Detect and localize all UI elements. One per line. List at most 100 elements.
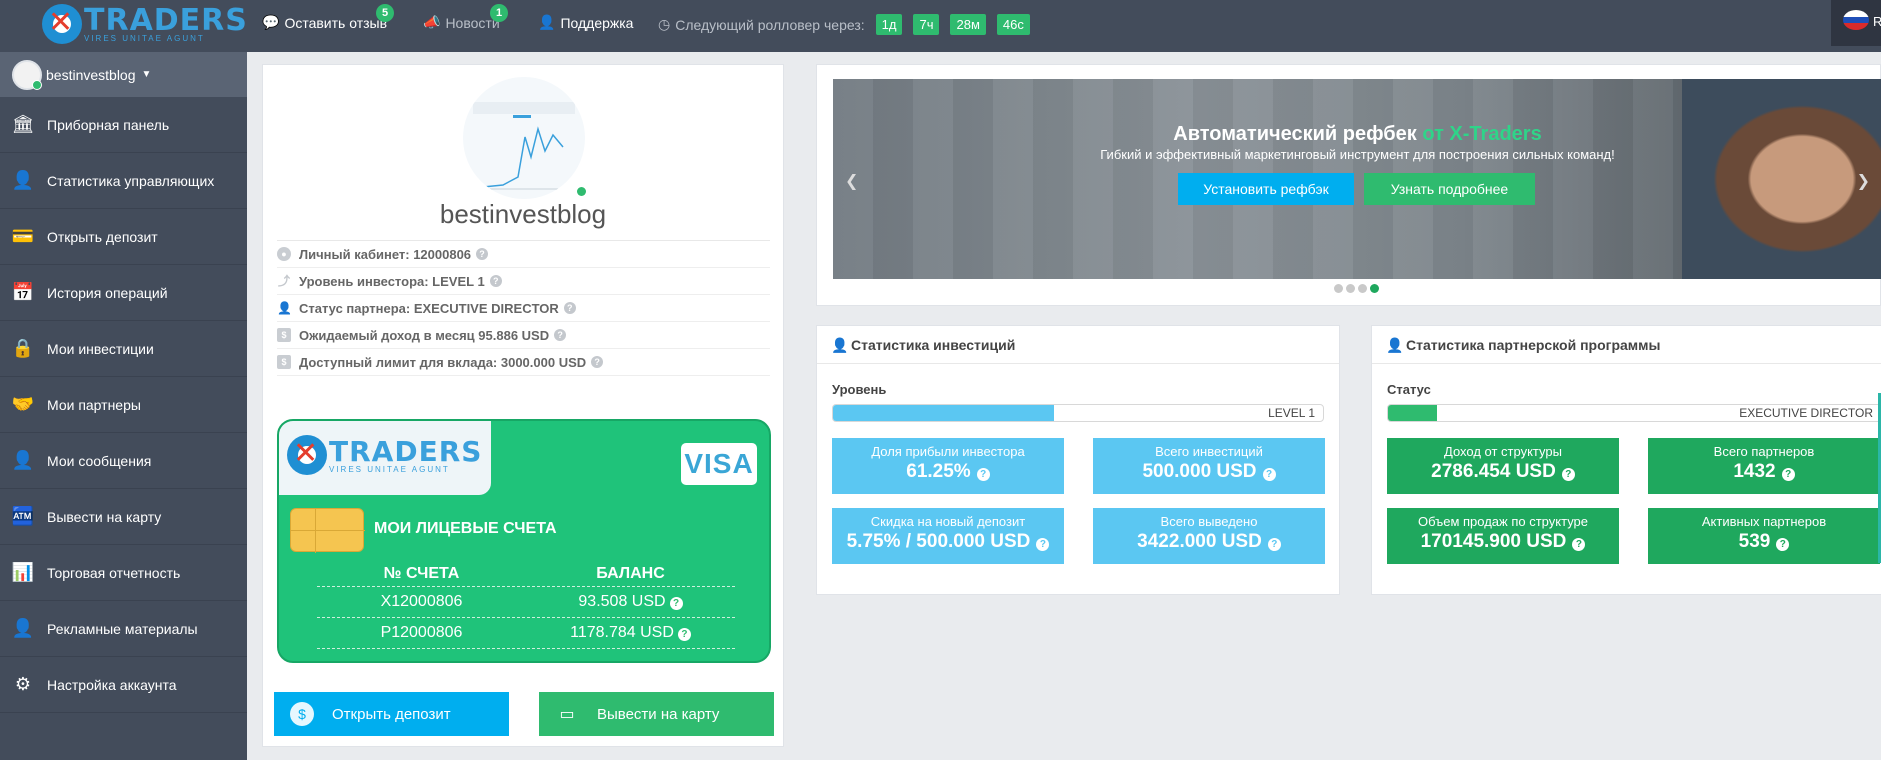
total-investments-tile: Всего инвестиций 500.000 USD? <box>1093 438 1325 494</box>
learn-more-button[interactable]: Узнать подробнее <box>1364 173 1535 205</box>
account-balance: 1178.784 USD? <box>526 624 735 642</box>
account-number: X12000806 <box>380 593 463 610</box>
partner-stats-card: 👤 Статистика партнерской программы Стату… <box>1371 325 1881 595</box>
user-menu[interactable]: bestinvestblog ▼ <box>0 52 247 97</box>
profile-card: bestinvestblog ● Личный кабинет: 1200080… <box>262 64 784 747</box>
promo-banner-card: Автоматический рефбек от X-Traders Гибки… <box>816 64 1881 306</box>
sidebar-item[interactable]: 🤝 Мои партнеры <box>0 377 247 433</box>
safe-icon: 🔒 <box>11 338 35 358</box>
investment-stats-card: 👤 Статистика инвестиций Уровень LEVEL 1 … <box>816 325 1340 595</box>
status-label: Статус <box>1387 382 1431 397</box>
help-icon[interactable]: ? <box>476 248 489 260</box>
user-message-icon: 👤 <box>11 450 35 470</box>
gear-logo-icon: ✕ <box>42 4 82 44</box>
carousel-dot[interactable] <box>1346 284 1355 293</box>
user-circle-icon: ● <box>277 247 291 261</box>
info-row-deposit-limit: $ Доступный лимит для вклада: 3000.000 U… <box>277 349 770 376</box>
accounts-table: № СЧЕТА БАЛАНС X12000806 93.508 USD? P12… <box>317 561 735 649</box>
structure-sales-volume-tile: Объем продаж по структуре 170145.900 USD… <box>1387 508 1619 564</box>
help-icon[interactable]: ? <box>563 302 576 314</box>
tile-label: Всего инвестиций <box>1155 444 1263 459</box>
feedback-label: Оставить отзыв <box>284 14 388 31</box>
tile-value: 61.25% <box>906 461 971 482</box>
manager-stats-icon: 👤 <box>11 170 35 190</box>
logo-area[interactable]: ✕ TRADERS VIRES UNITAE AGUNT <box>0 0 247 52</box>
settings-user-icon: ⚙ <box>14 674 32 694</box>
sidebar-item-label: История операций <box>47 284 168 301</box>
help-icon[interactable]: ? <box>1572 538 1586 551</box>
accounts-table-header: № СЧЕТА БАЛАНС <box>317 561 735 587</box>
tile-value: 1432 <box>1733 461 1776 482</box>
help-icon[interactable]: ? <box>976 468 990 481</box>
feedback-link[interactable]: 💬 Оставить отзыв 5 <box>262 4 394 31</box>
sidebar-item[interactable]: 📊 Торговая отчетность <box>0 545 247 601</box>
help-icon[interactable]: ? <box>554 329 567 341</box>
card-chip-icon <box>290 508 365 553</box>
help-icon[interactable]: ? <box>1267 538 1281 551</box>
chevron-left-icon[interactable]: ❮ <box>845 171 858 191</box>
logo-text: TRADERS <box>84 2 248 38</box>
total-withdrawn-tile: Всего выведено 3422.000 USD? <box>1093 508 1325 564</box>
open-deposit-button[interactable]: $ Открыть депозит <box>274 692 509 736</box>
info-text: Доступный лимит для вклада: 3000.000 USD <box>299 354 587 370</box>
help-icon[interactable]: ? <box>591 356 604 368</box>
help-icon[interactable]: ? <box>1036 538 1050 551</box>
card-logo-box: ✕ TRADERS VIRES UNITAE AGUNT <box>279 421 491 495</box>
sidebar-item-label: Настройка аккаунта <box>47 676 177 693</box>
sidebar-item[interactable]: 👤 Статистика управляющих <box>0 153 247 209</box>
help-icon[interactable]: ? <box>1262 468 1276 481</box>
sidebar-menu: 🏛 Приборная панель 👤 Статистика управляющих… <box>0 97 247 713</box>
withdraw-to-card-button[interactable]: ▭ Вывести на карту <box>539 692 774 736</box>
tile-value: 2786.454 USD <box>1431 461 1556 482</box>
help-icon[interactable]: ? <box>669 597 683 610</box>
set-refback-button[interactable]: Установить рефбэк <box>1178 173 1354 205</box>
help-icon[interactable]: ? <box>1561 468 1575 481</box>
help-icon[interactable]: ? <box>489 275 502 287</box>
top-bar: ✕ TRADERS VIRES UNITAE AGUNT 💬 Оставить … <box>0 0 1881 52</box>
user-icon: 👤 <box>277 301 292 315</box>
news-badge: 1 <box>490 4 508 22</box>
account-balance: 93.508 USD? <box>526 593 735 611</box>
tile-value: 539 <box>1738 531 1771 552</box>
chevron-right-icon[interactable]: ❯ <box>1857 171 1870 191</box>
sidebar-item-label: Рекламные материалы <box>47 620 198 637</box>
money-icon: $ <box>277 355 291 369</box>
open-deposit-label: Открыть депозит <box>332 705 451 723</box>
sidebar-item[interactable]: 📅 История операций <box>0 265 247 321</box>
tile-label: Объем продаж по структуре <box>1417 514 1589 529</box>
carousel-dot[interactable] <box>1334 284 1343 293</box>
deposit-plus-icon: $ <box>290 702 314 726</box>
col-balance-header: БАЛАНС <box>596 564 665 582</box>
sidebar-item[interactable]: 🏧 Вывести на карту <box>0 489 247 545</box>
handshake-icon: 🤝 <box>11 394 35 414</box>
tile-value: 5.75% / 500.000 USD <box>846 531 1031 552</box>
sidebar-item[interactable]: 🏛 Приборная панель <box>0 97 247 153</box>
sidebar-item-label: Мои партнеры <box>47 396 141 413</box>
level-progress-fill <box>833 405 1054 421</box>
sidebar-item-label: Торговая отчетность <box>47 564 181 581</box>
help-icon[interactable]: ? <box>677 628 691 641</box>
profile-name: bestinvestblog <box>439 199 607 229</box>
sidebar-item[interactable]: 🔒 Мои инвестиции <box>0 321 247 377</box>
help-icon[interactable]: ? <box>1781 468 1795 481</box>
news-link[interactable]: 📣 Новости 1 <box>423 4 508 31</box>
carousel-dots <box>1334 284 1379 293</box>
support-link[interactable]: 👤 Поддержка <box>538 14 633 31</box>
sidebar-item[interactable]: 💳 Открыть депозит <box>0 209 247 265</box>
status-progress-bar: EXECUTIVE DIRECTOR <box>1387 404 1881 422</box>
carousel-dot[interactable] <box>1358 284 1367 293</box>
sidebar-item[interactable]: 👤 Мои сообщения <box>0 433 247 489</box>
tile-label: Доля прибыли инвестора <box>871 444 1025 459</box>
sidebar-username: bestinvestblog <box>46 66 136 83</box>
carousel-dot[interactable] <box>1370 284 1379 293</box>
traders-logo[interactable]: ✕ TRADERS VIRES UNITAE AGUNT <box>42 4 248 44</box>
tile-label: Активных партнеров <box>1701 514 1827 529</box>
help-icon[interactable]: ? <box>1776 538 1790 551</box>
sidebar-item[interactable]: ⚙ Настройка аккаунта <box>0 657 247 713</box>
sidebar-item[interactable]: 👤 Рекламные материалы <box>0 601 247 657</box>
info-text: Уровень инвестора: LEVEL 1 <box>299 273 485 289</box>
user-stats-icon: 👤 <box>831 336 849 353</box>
language-selector[interactable]: RU <box>1831 0 1881 46</box>
accounts-title: МОИ ЛИЦЕВЫЕ СЧЕТА <box>374 520 557 537</box>
banner-title-text: Автоматический рефбек <box>1173 123 1417 145</box>
